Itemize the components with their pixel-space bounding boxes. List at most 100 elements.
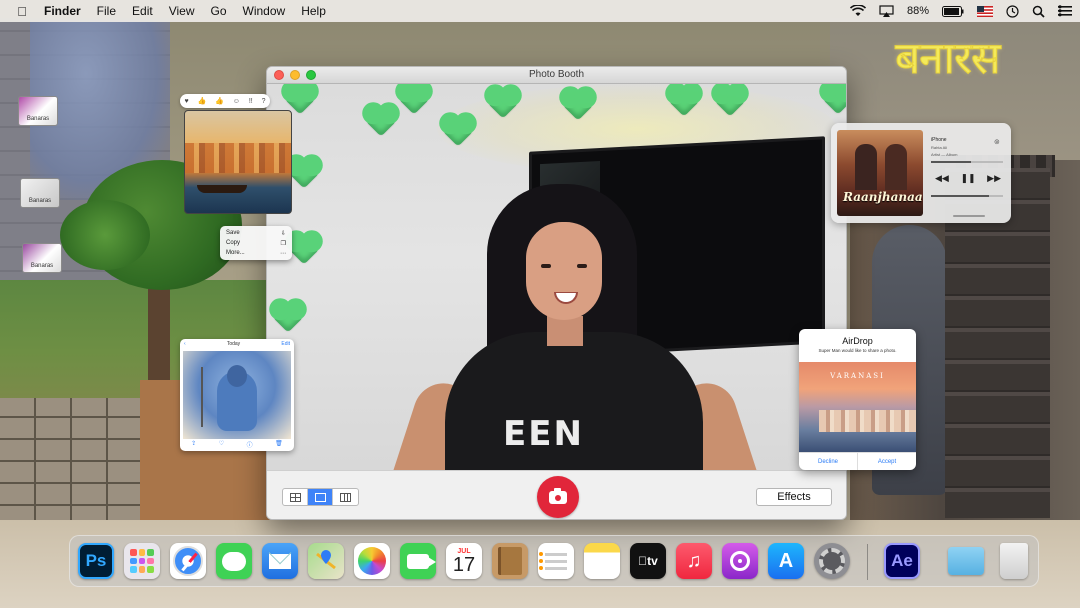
dock-notes[interactable] bbox=[584, 543, 620, 579]
dock-maps[interactable] bbox=[308, 543, 344, 579]
dock-music[interactable]: ♫ bbox=[676, 543, 712, 579]
grid-view-button[interactable] bbox=[283, 489, 308, 505]
reminder-line-icon bbox=[539, 551, 567, 556]
wallpaper-sign: Banaras bbox=[20, 178, 60, 208]
pause-icon[interactable]: ❚❚ bbox=[960, 173, 975, 184]
dock-photos[interactable] bbox=[354, 543, 390, 579]
heart-icon[interactable]: ♡ bbox=[219, 440, 224, 451]
person-eye bbox=[577, 264, 587, 268]
progress-fill bbox=[931, 161, 971, 163]
dock-launchpad[interactable] bbox=[124, 543, 160, 579]
copy-icon: ❐ bbox=[280, 240, 286, 247]
playback-controls: ◀◀ ❚❚ ▶▶ bbox=[935, 173, 1001, 184]
rewind-icon[interactable]: ◀◀ bbox=[935, 173, 949, 184]
airdrop-message: Super Man would like to share a photo. bbox=[818, 348, 897, 353]
widget-handle[interactable] bbox=[953, 215, 985, 217]
person-eye bbox=[541, 264, 551, 268]
window-titlebar[interactable]: Photo Booth bbox=[267, 67, 846, 84]
wifi-icon[interactable] bbox=[849, 5, 866, 17]
back-button[interactable]: ‹ bbox=[184, 341, 186, 349]
like-icon[interactable]: 👍 bbox=[198, 97, 207, 105]
heart-icon[interactable]: ♥ bbox=[184, 98, 188, 105]
playback-progress[interactable] bbox=[931, 161, 1003, 163]
airplay-icon[interactable]: ⊚ bbox=[994, 138, 1000, 146]
filmstrip-icon bbox=[340, 492, 351, 502]
dock-messages[interactable] bbox=[216, 543, 252, 579]
photo-context-menu: Save ⇩ Copy ❐ More... ⋯ bbox=[220, 226, 292, 260]
menu-edit[interactable]: Edit bbox=[124, 4, 161, 18]
effects-button[interactable]: Effects bbox=[756, 488, 832, 506]
dock-mail[interactable] bbox=[262, 543, 298, 579]
decline-button[interactable]: Decline bbox=[799, 453, 858, 470]
after-effects-icon: Ae bbox=[891, 551, 913, 570]
exclaim-icon[interactable]: !! bbox=[249, 98, 253, 105]
us-flag-icon[interactable] bbox=[977, 5, 993, 17]
clock-icon[interactable] bbox=[1006, 4, 1019, 18]
info-icon[interactable]: ⓘ bbox=[247, 440, 253, 451]
airplay-icon[interactable] bbox=[879, 5, 894, 17]
dock-reminders[interactable] bbox=[538, 543, 574, 579]
ghat-photo[interactable] bbox=[184, 110, 292, 214]
airdrop-buttons: Decline Accept bbox=[799, 452, 916, 470]
dock-app-store[interactable]: A bbox=[768, 543, 804, 579]
view-mode-control bbox=[282, 488, 359, 506]
dock-photoshop[interactable]: Ps bbox=[78, 543, 114, 579]
menu-app-name[interactable]: Finder bbox=[44, 4, 89, 18]
apple-menu-icon[interactable]:  bbox=[0, 4, 44, 19]
dock-tv[interactable]: tv bbox=[630, 543, 666, 579]
dock-calendar[interactable]: JUL 17 bbox=[446, 543, 482, 579]
album-art[interactable]: Raanjhanaa bbox=[837, 130, 923, 216]
gear-icon bbox=[819, 548, 845, 574]
menu-help[interactable]: Help bbox=[293, 4, 334, 18]
smile-icon[interactable]: ☺ bbox=[233, 98, 240, 105]
shiva-head bbox=[227, 365, 247, 387]
volume-slider[interactable] bbox=[931, 195, 1003, 197]
control-center-icon[interactable] bbox=[1058, 5, 1072, 17]
menu-item-more[interactable]: More... ⋯ bbox=[226, 248, 286, 258]
shiva-photo[interactable] bbox=[183, 351, 291, 439]
shiva-photo-widget: ‹ Today Edit ⇪ ♡ ⓘ 🗑 bbox=[180, 339, 294, 451]
dock-after-effects[interactable]: Ae bbox=[884, 543, 920, 579]
edit-button[interactable]: Edit bbox=[281, 341, 290, 349]
take-photo-button[interactable] bbox=[537, 476, 579, 518]
trident bbox=[201, 367, 203, 427]
menu-go[interactable]: Go bbox=[203, 4, 235, 18]
menu-item-save[interactable]: Save ⇩ bbox=[226, 228, 286, 238]
calendar-day: 17 bbox=[452, 554, 476, 576]
ghat-buildings bbox=[185, 143, 291, 173]
like-icon[interactable]: 👍 bbox=[215, 97, 224, 105]
sign-text: Banaras bbox=[30, 263, 54, 269]
sign-text: Banaras bbox=[26, 116, 50, 122]
heart-sticker bbox=[272, 301, 304, 333]
sign-text: Banaras bbox=[28, 198, 52, 204]
dock: Ps JUL 17 tv ♫ A Ae bbox=[69, 535, 1039, 587]
fast-forward-icon[interactable]: ▶▶ bbox=[987, 173, 1001, 184]
question-icon[interactable]: ? bbox=[262, 98, 266, 105]
accept-button[interactable]: Accept bbox=[858, 453, 916, 470]
grid-icon bbox=[289, 492, 301, 502]
music-note-icon: ♫ bbox=[686, 549, 702, 572]
photoshop-icon: Ps bbox=[85, 551, 107, 570]
filmstrip-view-button[interactable] bbox=[333, 489, 358, 505]
dock-trash[interactable] bbox=[1000, 543, 1028, 579]
dock-podcasts[interactable] bbox=[722, 543, 758, 579]
camera-preview: EEN bbox=[267, 84, 846, 470]
volume-fill bbox=[931, 195, 989, 197]
battery-icon[interactable] bbox=[942, 5, 964, 17]
address-book-icon bbox=[498, 547, 522, 575]
single-view-button[interactable] bbox=[308, 489, 333, 505]
dock-contacts[interactable] bbox=[492, 543, 528, 579]
menu-view[interactable]: View bbox=[161, 4, 203, 18]
menu-window[interactable]: Window bbox=[235, 4, 294, 18]
dock-downloads-folder[interactable] bbox=[948, 547, 984, 575]
menu-file[interactable]: File bbox=[89, 4, 124, 18]
heart-sticker bbox=[365, 105, 397, 137]
share-icon[interactable]: ⇪ bbox=[191, 440, 196, 451]
dock-facetime[interactable] bbox=[400, 543, 436, 579]
shirt-text: EEN bbox=[503, 414, 584, 454]
spotlight-search-icon[interactable] bbox=[1032, 5, 1045, 18]
trash-icon[interactable]: 🗑 bbox=[275, 440, 283, 451]
dock-system-preferences[interactable] bbox=[814, 543, 850, 579]
menu-item-copy[interactable]: Copy ❐ bbox=[226, 238, 286, 248]
dock-safari[interactable] bbox=[170, 543, 206, 579]
